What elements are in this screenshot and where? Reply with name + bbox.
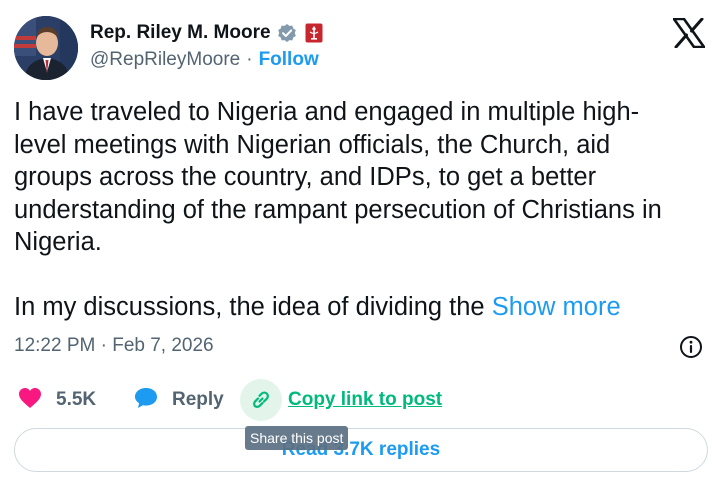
copy-link-button[interactable]: Copy link to post xyxy=(240,376,442,424)
tweet-paragraph-text: In my discussions, the idea of dividing … xyxy=(14,293,492,321)
speech-bubble-icon xyxy=(134,387,158,414)
heart-icon xyxy=(18,387,42,414)
separator-dot: · xyxy=(246,49,253,70)
us-house-seal-icon[interactable] xyxy=(305,23,323,43)
verified-badge-icon xyxy=(277,23,297,43)
author-display-name[interactable]: Rep. Riley M. Moore xyxy=(90,22,271,44)
link-icon xyxy=(240,379,282,421)
share-tooltip: Share this post xyxy=(245,426,349,450)
author-handle[interactable]: @RepRileyMoore xyxy=(90,49,240,71)
copy-link-label: Copy link to post xyxy=(288,389,443,410)
reply-button[interactable]: Reply xyxy=(134,376,224,424)
author-name-row: Rep. Riley M. Moore xyxy=(90,20,323,46)
action-bar: 5.5K Reply Copy link to post xyxy=(0,376,720,424)
avatar[interactable] xyxy=(14,16,78,80)
like-count: 5.5K xyxy=(56,389,97,410)
show-more-link[interactable]: Show more xyxy=(492,293,621,321)
read-replies-button[interactable]: Read 3.7K replies xyxy=(14,428,708,472)
like-button[interactable]: 5.5K xyxy=(18,376,96,424)
tweet-card: Rep. Riley M. Moore @RepRileyMoore · Fol… xyxy=(0,0,720,485)
tweet-text: I have traveled to Nigeria and engaged i… xyxy=(14,96,674,324)
x-logo-icon[interactable] xyxy=(670,14,708,52)
author-handle-row: @RepRileyMoore · Follow xyxy=(90,49,319,71)
info-icon[interactable] xyxy=(678,334,704,360)
reply-label: Reply xyxy=(172,389,224,410)
tweet-timestamp[interactable]: 12:22 PM · Feb 7, 2026 xyxy=(14,335,214,357)
tweet-paragraph: I have traveled to Nigeria and engaged i… xyxy=(14,98,662,256)
follow-button[interactable]: Follow xyxy=(259,49,319,71)
tweet-paragraph: In my discussions, the idea of dividing … xyxy=(14,291,674,324)
